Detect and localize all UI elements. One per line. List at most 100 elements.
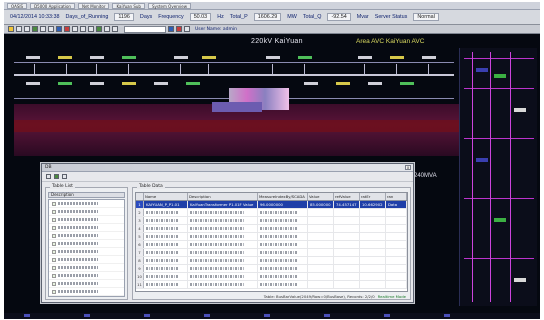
measurement-value[interactable]: [174, 56, 188, 59]
measurement-value[interactable]: [122, 56, 136, 59]
measurement-value[interactable]: [58, 82, 72, 85]
layer-icon[interactable]: [96, 26, 102, 32]
table-row[interactable]: 4: [136, 225, 407, 233]
save-icon[interactable]: [16, 26, 22, 32]
feeder-line[interactable]: [304, 64, 305, 74]
table-cell[interactable]: [188, 249, 258, 256]
list-item[interactable]: [49, 288, 124, 296]
help-icon[interactable]: [184, 26, 190, 32]
table-cell[interactable]: [188, 273, 258, 280]
table-cell[interactable]: [386, 241, 407, 248]
table-cell[interactable]: [386, 281, 407, 288]
table-cell[interactable]: [334, 217, 360, 224]
table-cell[interactable]: [188, 217, 258, 224]
list-item[interactable]: [49, 216, 124, 224]
list-item[interactable]: [49, 248, 124, 256]
status-tag[interactable]: [494, 74, 506, 78]
measurement-value[interactable]: [154, 82, 168, 85]
list-item[interactable]: [49, 264, 124, 272]
open-icon[interactable]: [8, 26, 14, 32]
table-cell[interactable]: [144, 249, 188, 256]
table-cell[interactable]: [258, 217, 308, 224]
refresh-icon[interactable]: [54, 174, 59, 179]
cell-ref-value[interactable]: 74.457147: [334, 201, 360, 208]
table-cell[interactable]: [386, 249, 407, 256]
feeder-line[interactable]: [364, 64, 365, 74]
table-cell[interactable]: [258, 257, 308, 264]
list-item[interactable]: [49, 232, 124, 240]
trend-icon[interactable]: [72, 26, 78, 32]
feeder-line[interactable]: [208, 64, 209, 74]
table-row[interactable]: 11: [136, 281, 407, 289]
list-item[interactable]: [49, 224, 124, 232]
measurement-value[interactable]: [304, 82, 318, 85]
table-cell[interactable]: [258, 241, 308, 248]
refresh-icon[interactable]: [32, 26, 38, 32]
feeder-line[interactable]: [396, 64, 397, 74]
column-header[interactable]: Value: [308, 193, 334, 200]
table-cell[interactable]: [386, 217, 407, 224]
table-row[interactable]: 3: [136, 217, 407, 225]
column-header[interactable]: [136, 193, 144, 200]
status-tag[interactable]: [514, 108, 526, 112]
table-list-header[interactable]: Description: [48, 192, 125, 198]
table-cell[interactable]: [334, 257, 360, 264]
window-tab[interactable]: KaiYuan Sub: [112, 2, 145, 9]
table-cell[interactable]: [308, 249, 334, 256]
status-tag[interactable]: [494, 218, 506, 222]
table-row[interactable]: 8: [136, 257, 407, 265]
measurement-value[interactable]: [90, 56, 104, 59]
table-cell[interactable]: [258, 233, 308, 240]
column-header[interactable]: ran: [386, 193, 407, 200]
table-cell[interactable]: [144, 225, 188, 232]
table-cell[interactable]: [308, 241, 334, 248]
network-icon[interactable]: [168, 26, 174, 32]
list-item[interactable]: [49, 208, 124, 216]
column-header[interactable]: Description: [188, 193, 258, 200]
open-icon[interactable]: [46, 174, 51, 179]
list-item[interactable]: [49, 200, 124, 208]
list-item[interactable]: [49, 240, 124, 248]
table-cell[interactable]: [188, 265, 258, 272]
measurement-value[interactable]: [202, 56, 216, 59]
table-row[interactable]: 7: [136, 249, 407, 257]
table-cell[interactable]: [258, 273, 308, 280]
list-item[interactable]: [49, 280, 124, 288]
cell-ran[interactable]: Data: [386, 201, 407, 208]
feeder-line[interactable]: [66, 64, 67, 74]
dialog-title-bar[interactable]: DB x: [42, 164, 413, 172]
table-cell[interactable]: [188, 225, 258, 232]
table-cell[interactable]: [258, 265, 308, 272]
table-cell[interactable]: [188, 257, 258, 264]
cell-value[interactable]: 85.000000: [308, 201, 334, 208]
table-cell[interactable]: [360, 265, 386, 272]
table-cell[interactable]: [334, 265, 360, 272]
view-select[interactable]: [124, 25, 166, 33]
table-cell[interactable]: [258, 225, 308, 232]
table-cell[interactable]: [144, 209, 188, 216]
table-cell[interactable]: [360, 225, 386, 232]
table-row[interactable]: 6: [136, 241, 407, 249]
table-cell[interactable]: [144, 273, 188, 280]
feeder-line[interactable]: [428, 64, 429, 74]
table-cell[interactable]: [258, 209, 308, 216]
table-cell[interactable]: [386, 257, 407, 264]
column-header[interactable]: Name: [144, 193, 188, 200]
window-tab[interactable]: D5000 Application: [30, 2, 75, 9]
busbar[interactable]: [14, 62, 454, 63]
table-cell[interactable]: [144, 233, 188, 240]
table-cell[interactable]: [308, 273, 334, 280]
pan-icon[interactable]: [56, 26, 62, 32]
table-cell[interactable]: [334, 281, 360, 288]
cell-rat[interactable]: 10.662902: [360, 201, 386, 208]
window-tab[interactable]: Net Monitor: [77, 2, 110, 9]
table-cell[interactable]: [188, 233, 258, 240]
status-tag[interactable]: [476, 68, 488, 72]
column-header[interactable]: refValue: [334, 193, 360, 200]
table-cell[interactable]: [334, 249, 360, 256]
measurement-value[interactable]: [26, 82, 40, 85]
table-cell[interactable]: [334, 209, 360, 216]
table-cell[interactable]: [308, 281, 334, 288]
horizontal-scrollbar[interactable]: [138, 291, 398, 292]
window-tab[interactable]: OASIS: [7, 2, 28, 9]
